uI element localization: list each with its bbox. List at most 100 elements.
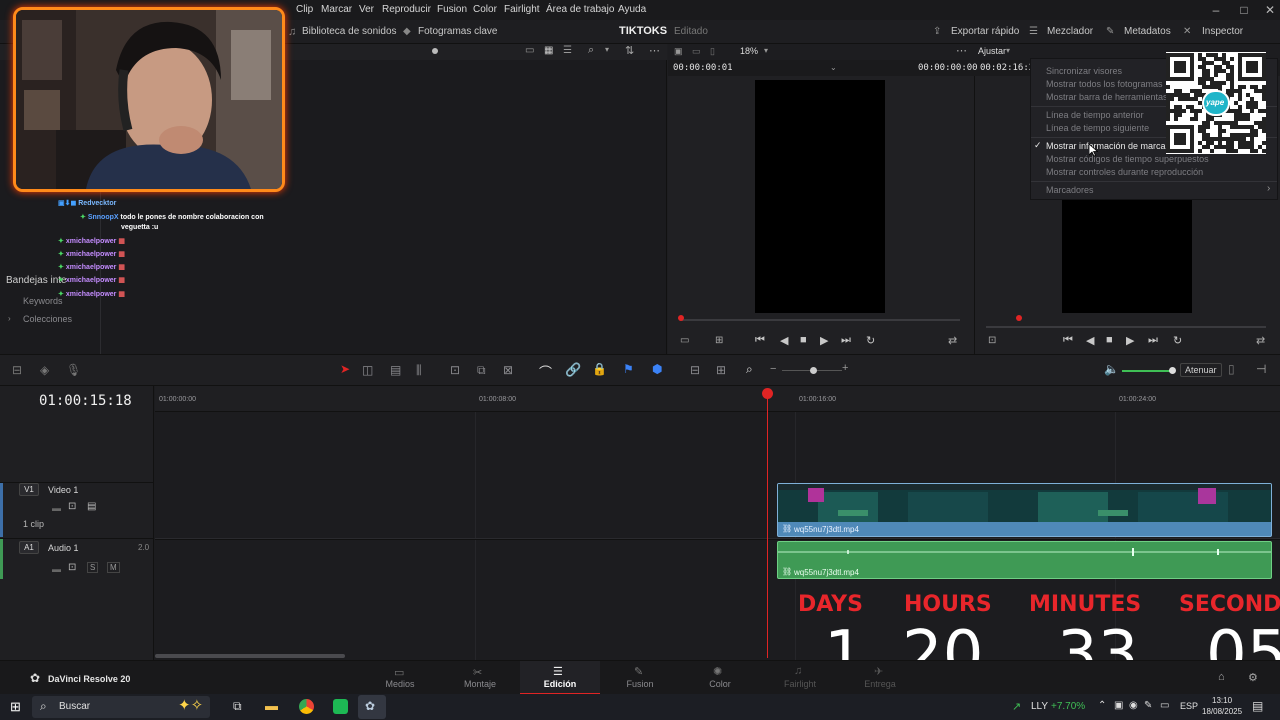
inspector-button[interactable]: Inspector (1202, 26, 1243, 37)
chrome-icon[interactable] (299, 699, 314, 714)
spotify-icon[interactable] (333, 699, 348, 714)
menu-color[interactable]: Color (473, 4, 497, 15)
menu-area-trabajo[interactable]: Área de trabajo (546, 4, 614, 15)
menu-item-show-toolbar[interactable]: Mostrar barra de herramientas (1046, 92, 1168, 102)
skip-start-icon[interactable]: ⏮ (1063, 334, 1073, 347)
thumbnail-size-slider[interactable] (432, 48, 438, 54)
maximize-icon[interactable]: □ (1236, 2, 1252, 18)
sound-library-button[interactable]: Biblioteca de sonidos (302, 26, 397, 37)
chevron-right-icon[interactable]: › (8, 314, 11, 323)
zoom-detail-icon[interactable]: ⊞ (716, 363, 726, 377)
timeline-playhead-handle[interactable] (762, 388, 773, 399)
video-track-name[interactable]: Video 1 (48, 485, 78, 495)
overwrite-clip-icon[interactable]: ⧉ (477, 363, 486, 378)
gear-icon[interactable]: ⚙ (1248, 671, 1258, 684)
menu-reproducir[interactable]: Reproducir (382, 4, 431, 15)
match-frame-icon[interactable]: ⇄ (948, 334, 957, 347)
volume-icon[interactable]: 🔈 (1104, 362, 1119, 376)
menu-ayuda[interactable]: Ayuda (618, 4, 646, 15)
source-playhead[interactable] (678, 315, 684, 321)
audio-track-id[interactable]: A1 (19, 541, 39, 554)
expand-panel-icon[interactable]: ⊣ (1256, 362, 1266, 376)
timeline-playhead-line[interactable] (767, 392, 768, 658)
zoom-out-icon[interactable]: − (770, 363, 776, 375)
tray-app-icon[interactable]: ▣ (1114, 700, 1123, 711)
quick-export-button[interactable]: Exportar rápido (951, 26, 1019, 37)
zoom-level[interactable]: 18% (740, 46, 758, 56)
timeline-scrub-bar[interactable] (986, 326, 1266, 328)
page-fairlight[interactable]: Fairlight (770, 679, 830, 689)
minimize-icon[interactable]: – (1208, 2, 1224, 18)
blade-tool-icon[interactable]: ⫼ (416, 363, 422, 378)
split-view-icon[interactable]: ▭ (692, 46, 701, 57)
mixer-button[interactable]: Mezclador (1047, 26, 1093, 37)
zoom-full-icon[interactable]: ⊟ (690, 363, 700, 377)
zoom-custom-icon[interactable]: ⌕ (746, 362, 753, 377)
marker-icon[interactable]: ⬢ (652, 362, 662, 376)
chevron-up-icon[interactable]: ⌃ (1098, 700, 1106, 711)
snapping-icon[interactable]: ⌒ (539, 362, 552, 381)
match-frame-icon[interactable]: ⇄ (1256, 334, 1265, 347)
page-montaje[interactable]: Montaje (450, 679, 510, 689)
skip-end-icon[interactable]: ⏭ (1148, 334, 1158, 347)
task-view-icon[interactable]: ⧉ (233, 699, 242, 714)
page-fusion[interactable]: Fusion (610, 679, 670, 689)
viewer-mode-icon[interactable]: ▭ (680, 335, 689, 346)
audio-track-name[interactable]: Audio 1 (48, 543, 79, 553)
replace-clip-icon[interactable]: ⊠ (503, 363, 513, 377)
audio-clip[interactable]: ⛓ wq55nu7j3dtl.mp4 (777, 541, 1272, 579)
more-options-icon[interactable]: ⋯ (649, 44, 660, 57)
thumbnail-view-icon[interactable]: ▦ (544, 45, 553, 56)
menu-marcar[interactable]: Marcar (321, 4, 352, 15)
keywords-item[interactable]: Keywords (23, 296, 63, 306)
stop-icon[interactable]: ■ (1106, 334, 1113, 346)
metadata-view-icon[interactable]: ▭ (525, 45, 534, 56)
collections-item[interactable]: Colecciones (23, 314, 72, 324)
play-reverse-icon[interactable]: ◀ (1086, 334, 1094, 347)
lock-icon[interactable]: 🔒 (592, 362, 607, 376)
loop-icon[interactable]: ↻ (1173, 334, 1182, 347)
microphone-icon[interactable]: 🎙 (66, 363, 81, 377)
zoom-slider-handle[interactable] (810, 367, 817, 374)
menu-ver[interactable]: Ver (359, 4, 374, 15)
attenuate-button[interactable]: Atenuar (1180, 363, 1222, 377)
lock-icon[interactable]: ▬ (52, 503, 61, 513)
mute-button[interactable]: M (107, 562, 120, 573)
chevron-down-icon[interactable]: ▾ (1006, 46, 1010, 55)
insert-clip-icon[interactable]: ⊡ (450, 363, 460, 377)
menu-item-sync-viewers[interactable]: Sincronizar visores (1046, 66, 1122, 76)
solo-button[interactable]: S (87, 562, 99, 573)
layout-icon[interactable]: ⊟ (12, 363, 22, 377)
link-icon[interactable]: 🔗 (565, 362, 581, 378)
source-scrub-bar[interactable] (680, 319, 960, 321)
stop-icon[interactable]: ■ (800, 334, 807, 346)
network-icon[interactable]: ▭ (1160, 700, 1169, 711)
menu-item-show-timecode-overlay[interactable]: Mostrar códigos de tiempo superpuestos (1046, 154, 1209, 164)
auto-select-icon[interactable]: ⊡ (68, 501, 76, 512)
volume-slider[interactable] (1122, 370, 1172, 372)
tray-app-icon[interactable]: ◉ (1129, 700, 1138, 711)
search-icon[interactable]: ⌕ (588, 44, 594, 57)
tray-app-icon[interactable]: ✎ (1144, 700, 1152, 711)
volume-slider-handle[interactable] (1169, 367, 1176, 374)
stock-symbol[interactable]: LLY (1031, 701, 1048, 712)
fit-dropdown[interactable]: Ajustar (978, 46, 1006, 56)
source-viewer-icon[interactable]: ▣ (674, 46, 683, 57)
menu-item-show-mark-info[interactable]: Mostrar información de marca (1046, 141, 1166, 151)
selection-tool-icon[interactable]: ➤ (340, 362, 350, 376)
skip-start-icon[interactable]: ⏮ (755, 334, 765, 347)
list-view-icon[interactable]: ☰ (563, 45, 572, 56)
menu-item-prev-timeline[interactable]: Línea de tiempo anterior (1046, 110, 1144, 120)
dual-view-icon[interactable]: ▯ (710, 46, 715, 57)
play-reverse-icon[interactable]: ◀ (780, 334, 788, 347)
video-clip[interactable]: ⛓ wq55nu7j3dtl.mp4 (777, 483, 1272, 537)
trim-tool-icon[interactable]: ◫ (362, 363, 373, 377)
metadata-button[interactable]: Metadatos (1124, 26, 1171, 37)
auto-select-icon[interactable]: ⊡ (68, 562, 76, 573)
page-entrega[interactable]: Entrega (850, 679, 910, 689)
dynamic-trim-icon[interactable]: ▤ (390, 363, 401, 377)
menu-item-next-timeline[interactable]: Línea de tiempo siguiente (1046, 123, 1149, 133)
menu-item-show-playback-controls[interactable]: Mostrar controles durante reproducción (1046, 167, 1203, 177)
chevron-down-icon[interactable]: ⌄ (830, 63, 837, 72)
menu-item-markers[interactable]: Marcadores (1046, 185, 1094, 195)
